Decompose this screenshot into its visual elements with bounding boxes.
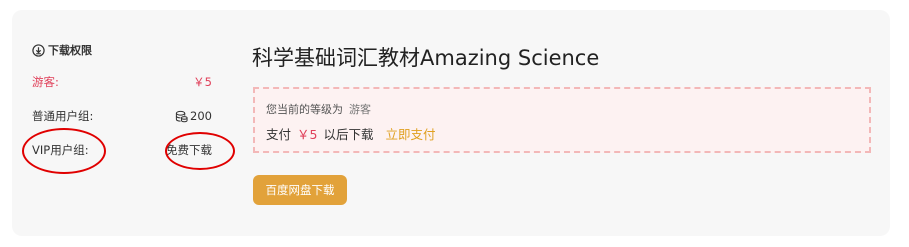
permission-label: 普通用户组: bbox=[32, 109, 94, 123]
coins-icon bbox=[175, 110, 188, 122]
permissions-panel: 下载权限 游客: ￥5 普通用户组: 200 VIP用户组: 免费下载 bbox=[22, 10, 235, 236]
payment-notice: 您当前的等级为 游客 支付 ￥5 以后下载 立即支付 bbox=[253, 87, 871, 153]
pay-now-link[interactable]: 立即支付 bbox=[385, 127, 435, 142]
permission-value: 200 bbox=[175, 109, 212, 123]
level-value: 游客 bbox=[349, 103, 371, 116]
pay-suffix: 以后下载 bbox=[323, 127, 374, 142]
annotation-circle-vip-label bbox=[22, 128, 106, 174]
permission-label: 游客: bbox=[32, 75, 59, 89]
permissions-title-text: 下载权限 bbox=[48, 44, 92, 57]
payment-line: 支付 ￥5 以后下载 立即支付 bbox=[266, 124, 435, 143]
baidu-netdisk-download-button[interactable]: 百度网盘下载 bbox=[253, 175, 347, 205]
permission-row-normal: 普通用户组: 200 bbox=[32, 108, 212, 124]
pay-prefix: 支付 bbox=[266, 127, 292, 142]
permission-row-guest: 游客: ￥5 bbox=[32, 74, 212, 90]
permissions-title: 下载权限 bbox=[32, 42, 92, 58]
download-circle-icon bbox=[32, 43, 45, 57]
resource-title: 科学基础词汇教材Amazing Science bbox=[252, 46, 600, 70]
level-prefix: 您当前的等级为 bbox=[266, 103, 343, 116]
annotation-circle-free-download bbox=[165, 132, 235, 170]
pay-price: ￥5 bbox=[297, 127, 318, 142]
points-value: 200 bbox=[190, 109, 212, 123]
download-card: 下载权限 游客: ￥5 普通用户组: 200 VIP用户组: 免费下载 科学基础… bbox=[12, 10, 890, 236]
user-level-line: 您当前的等级为 游客 bbox=[266, 101, 371, 117]
permission-value: ￥5 bbox=[193, 75, 212, 89]
